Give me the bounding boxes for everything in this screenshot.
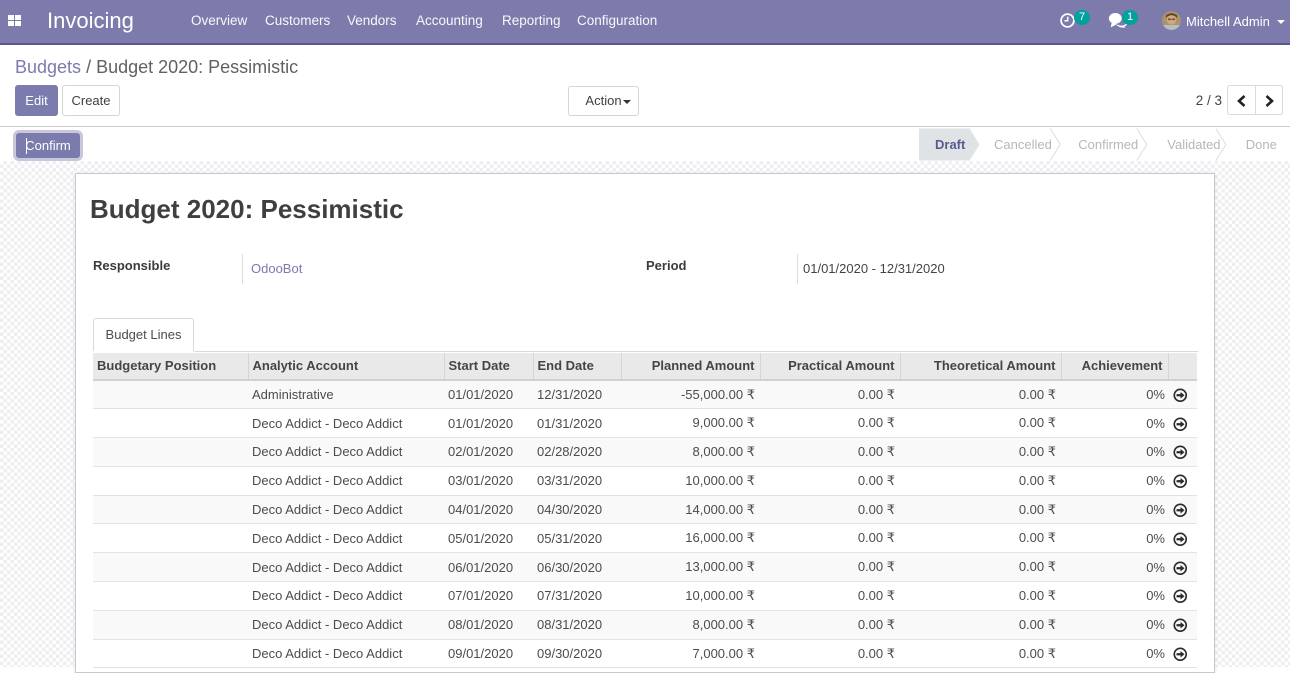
svg-text:Validated: Validated: [1167, 137, 1220, 152]
svg-text:Draft: Draft: [935, 137, 966, 152]
svg-text:Confirmed: Confirmed: [1078, 137, 1138, 152]
svg-text:Done: Done: [1246, 137, 1277, 152]
svg-text:Cancelled: Cancelled: [994, 137, 1052, 152]
